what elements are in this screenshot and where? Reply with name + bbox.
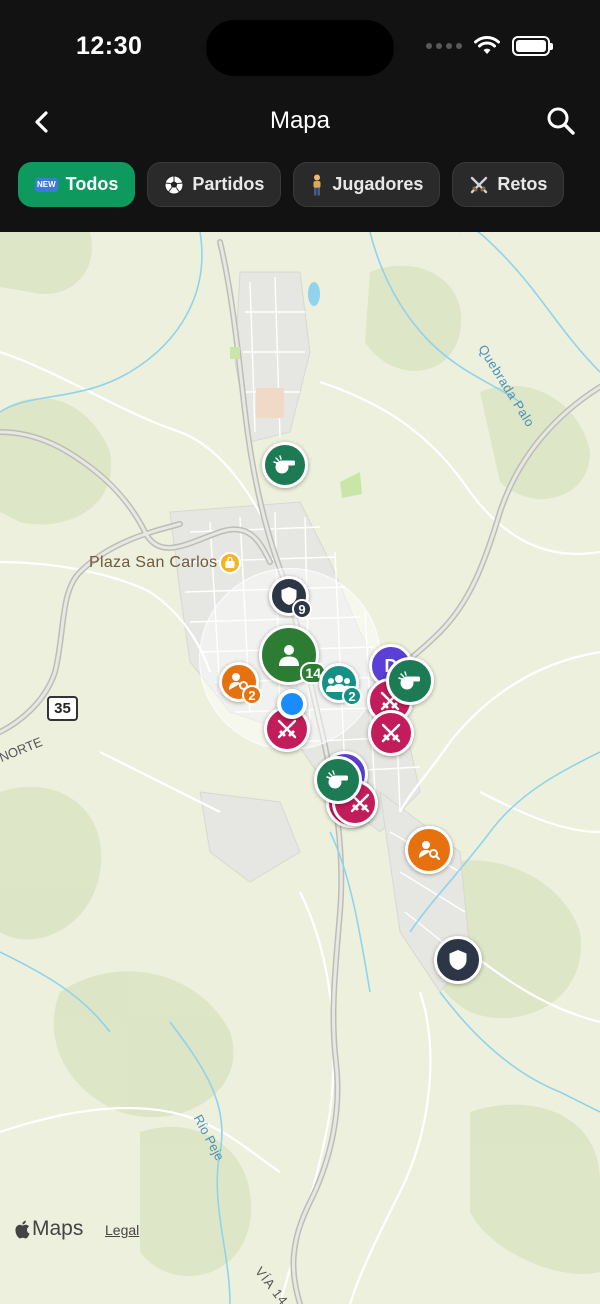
new-badge-icon: NEW bbox=[35, 177, 58, 192]
page-title: Mapa bbox=[269, 107, 331, 134]
filter-chip-label: Jugadores bbox=[332, 174, 424, 194]
players-cluster-pin[interactable]: 14 bbox=[259, 625, 326, 685]
crossed-swords-icon bbox=[277, 719, 297, 739]
referee-pin[interactable] bbox=[386, 657, 434, 705]
cluster-count: 2 bbox=[342, 686, 362, 706]
status-icons bbox=[426, 36, 553, 56]
dynamic-island bbox=[206, 20, 394, 76]
team-cluster-pin[interactable]: 9 bbox=[269, 576, 312, 619]
group-cluster-pin[interactable]: 2 bbox=[319, 663, 362, 706]
battery-icon bbox=[512, 36, 553, 56]
cluster-count: 2 bbox=[242, 685, 262, 705]
whistle-icon bbox=[398, 671, 420, 690]
apple-maps-attribution: Maps bbox=[14, 1217, 83, 1241]
filter-chip-label: Todos bbox=[65, 174, 119, 194]
crossed-swords-icon bbox=[381, 723, 401, 743]
search-icon bbox=[547, 107, 575, 135]
search-button[interactable] bbox=[544, 104, 578, 138]
shield-icon bbox=[449, 950, 467, 970]
filter-chip-label: Partidos bbox=[192, 174, 265, 194]
wifi-icon bbox=[474, 36, 500, 54]
status-time: 12:30 bbox=[76, 32, 143, 60]
referee-pin[interactable] bbox=[314, 756, 362, 804]
player-search-cluster-pin[interactable]: 2 bbox=[219, 662, 262, 705]
team-pin[interactable] bbox=[434, 936, 482, 984]
crossed-swords-icon bbox=[469, 175, 489, 195]
filter-chip-todos[interactable]: NEW Todos bbox=[18, 162, 136, 207]
legal-link[interactable]: Legal bbox=[105, 1222, 139, 1238]
referee-pin[interactable] bbox=[262, 442, 308, 488]
filter-chip-jugadores[interactable]: Jugadores bbox=[293, 162, 441, 207]
maps-brand-text: Maps bbox=[32, 1217, 84, 1240]
top-bar: 12:30 Mapa NEW Todos Partidos Jugadores … bbox=[0, 0, 600, 232]
cellular-signal-icon bbox=[426, 43, 462, 49]
shopping-bag-icon[interactable] bbox=[219, 552, 241, 574]
soccer-ball-icon bbox=[164, 175, 184, 195]
map-view[interactable]: Quebrada Palo NORTE Río Peje VÍA 14 Plaz… bbox=[0, 232, 600, 1304]
filter-chips: NEW Todos Partidos Jugadores Retos bbox=[18, 162, 565, 207]
filter-chip-label: Retos bbox=[497, 174, 548, 194]
apple-logo-icon bbox=[15, 1220, 30, 1238]
person-icon bbox=[279, 645, 299, 666]
place-label[interactable]: Plaza San Carlos bbox=[89, 554, 217, 572]
road-shield: 35 bbox=[47, 696, 78, 721]
filter-chip-partidos[interactable]: Partidos bbox=[147, 162, 282, 207]
person-search-icon bbox=[419, 841, 440, 860]
whistle-icon bbox=[273, 455, 295, 474]
challenge-pin[interactable] bbox=[368, 710, 414, 756]
cluster-count: 9 bbox=[292, 599, 312, 619]
user-location-dot bbox=[277, 689, 307, 719]
person-icon bbox=[310, 174, 324, 196]
whistle-icon bbox=[326, 770, 348, 789]
filter-chip-retos[interactable]: Retos bbox=[452, 162, 565, 207]
player-search-pin[interactable] bbox=[405, 826, 453, 874]
